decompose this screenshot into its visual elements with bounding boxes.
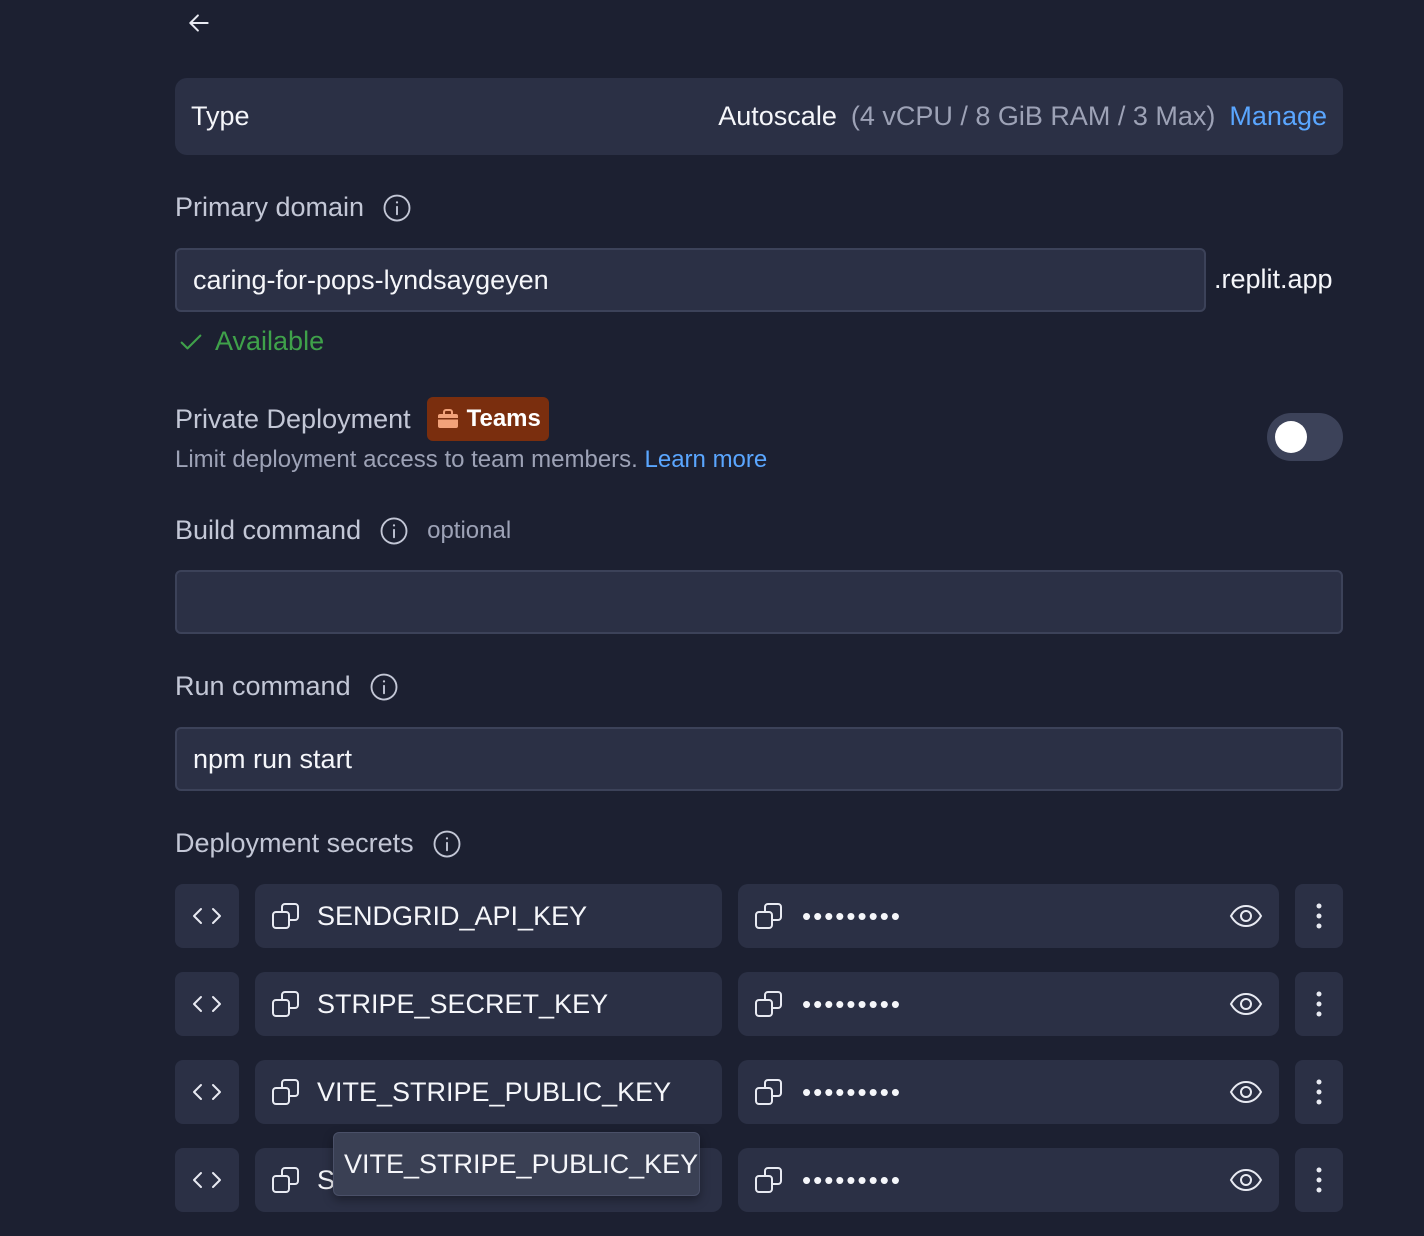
availability-status: Available [215,326,325,356]
deployment-settings-page: Type Autoscale (4 vCPU / 8 GiB RAM / 3 M… [0,0,1424,1236]
toggle-knob [1275,421,1307,453]
secret-row: STRIPE_SECRET_KEY ••••••••• [175,972,1343,1036]
copy-icon[interactable] [754,989,784,1019]
type-label: Type [191,101,250,131]
private-deployment-toggle[interactable] [1267,413,1343,461]
secret-key-name: VITE_STRIPE_PUBLIC_KEY [317,1076,672,1107]
copy-icon[interactable] [271,989,301,1019]
copy-icon[interactable] [754,901,784,931]
more-options-button[interactable] [1295,972,1343,1036]
manage-link[interactable]: Manage [1229,101,1327,132]
build-command-input[interactable] [175,570,1343,634]
private-deployment-label: Private Deployment [175,403,411,434]
more-vertical-icon [1316,1079,1322,1105]
info-icon[interactable] [432,829,462,859]
briefcase-icon [437,409,458,428]
code-icon [193,1084,221,1100]
eye-icon[interactable] [1229,1164,1263,1196]
primary-domain-value: caring-for-pops-lyndsaygeyen [193,264,549,295]
more-vertical-icon [1316,1167,1322,1193]
primary-domain-label: Primary domain [175,192,365,222]
code-icon [193,996,221,1012]
secret-value-field[interactable]: ••••••••• [738,1148,1279,1212]
private-deployment-desc-text: Limit deployment access to team members. [175,446,638,473]
info-icon[interactable] [379,516,409,546]
arrow-left-icon [189,14,209,32]
run-command-value: npm run start [193,743,353,774]
copy-icon[interactable] [754,1165,784,1195]
secret-row: VITE_STRIPE_PUBLIC_KEY ••••••••• [175,1060,1343,1124]
run-command-heading: Run command [175,671,399,702]
code-toggle-button[interactable] [175,1060,239,1124]
secret-key-field[interactable]: SENDGRID_API_KEY [255,884,722,948]
tooltip-text: VITE_STRIPE_PUBLIC_KEY [344,1148,699,1179]
teams-badge: Teams [426,397,549,441]
deployment-secrets-heading: Deployment secrets [175,828,462,859]
eye-icon[interactable] [1229,1076,1263,1108]
copy-icon[interactable] [271,1165,301,1195]
deployment-type-card: Type Autoscale (4 vCPU / 8 GiB RAM / 3 M… [175,78,1343,155]
copy-icon[interactable] [271,901,301,931]
type-details: Autoscale (4 vCPU / 8 GiB RAM / 3 Max) M… [718,101,1327,132]
code-icon [193,1172,221,1188]
optional-label: optional [427,516,512,544]
secret-key-name: STRIPE_SECRET_KEY [317,988,609,1019]
copy-icon[interactable] [754,1077,784,1107]
build-command-heading: Build command optional [175,515,511,546]
type-value: Autoscale [718,101,837,131]
masked-value: ••••••••• [802,900,902,931]
more-options-button[interactable] [1295,1148,1343,1212]
eye-icon[interactable] [1229,900,1263,932]
secret-row: SENDGRID_API_KEY ••••••••• [175,884,1343,948]
type-spec: (4 vCPU / 8 GiB RAM / 3 Max) [850,101,1216,131]
more-vertical-icon [1316,991,1322,1017]
secret-value-field[interactable]: ••••••••• [738,884,1279,948]
code-toggle-button[interactable] [175,1148,239,1212]
private-deployment-description: Limit deployment access to team members.… [175,446,767,474]
run-command-label: Run command [175,671,351,701]
secret-key-field[interactable]: VITE_STRIPE_PUBLIC_KEY [255,1060,722,1124]
back-button[interactable] [180,4,218,42]
secret-value-field[interactable]: ••••••••• [738,972,1279,1036]
build-command-label: Build command [175,515,362,545]
private-deployment-heading: Private Deployment Teams [175,397,549,441]
primary-domain-input[interactable]: caring-for-pops-lyndsaygeyen [175,248,1206,312]
deployment-secrets-label: Deployment secrets [175,828,414,858]
secret-key-name: SENDGRID_API_KEY [317,900,588,931]
copy-icon[interactable] [271,1077,301,1107]
check-icon [180,334,202,349]
domain-suffix: .replit.app [1214,264,1333,294]
primary-domain-heading: Primary domain [175,192,412,223]
info-icon[interactable] [382,193,412,223]
learn-more-link[interactable]: Learn more [645,446,768,473]
secret-key-field[interactable]: STRIPE_SECRET_KEY [255,972,722,1036]
code-toggle-button[interactable] [175,884,239,948]
more-options-button[interactable] [1295,884,1343,948]
eye-icon[interactable] [1229,988,1263,1020]
masked-value: ••••••••• [802,988,902,1019]
info-icon[interactable] [369,672,399,702]
run-command-input[interactable]: npm run start [175,727,1343,791]
code-icon [193,908,221,924]
more-vertical-icon [1316,903,1322,929]
secret-key-tooltip: VITE_STRIPE_PUBLIC_KEY [333,1132,700,1196]
code-toggle-button[interactable] [175,972,239,1036]
more-options-button[interactable] [1295,1060,1343,1124]
masked-value: ••••••••• [802,1076,902,1107]
teams-badge-label: Teams [466,405,541,432]
masked-value: ••••••••• [802,1164,902,1195]
secret-value-field[interactable]: ••••••••• [738,1060,1279,1124]
domain-availability: Available [177,326,324,357]
